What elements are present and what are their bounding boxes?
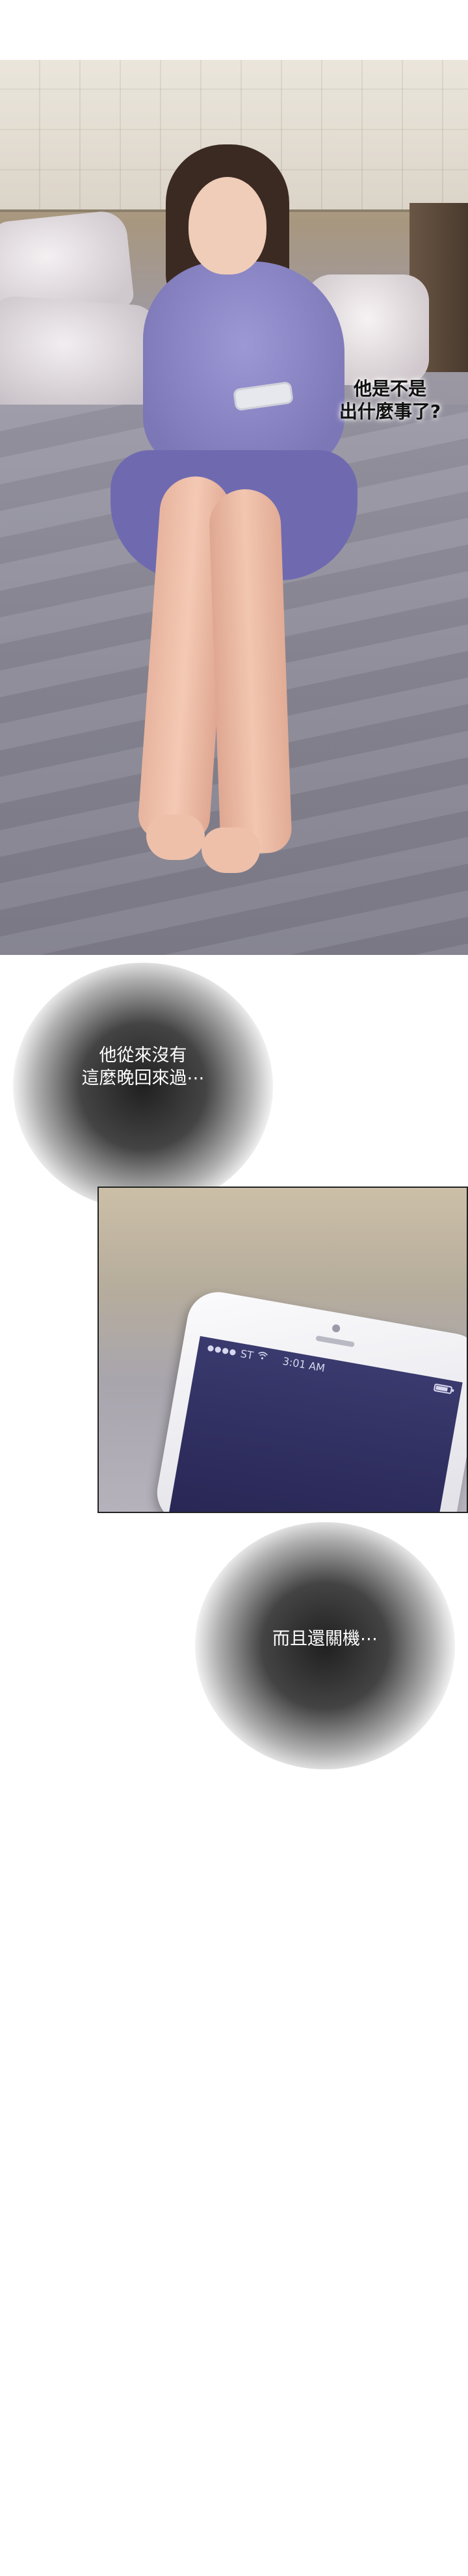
character-face xyxy=(188,177,266,275)
signal-dots-icon: ●●●● xyxy=(206,1343,238,1357)
speaker-grille xyxy=(315,1335,355,1348)
battery-icon xyxy=(433,1383,453,1395)
character-foot xyxy=(146,814,205,860)
wifi-icon xyxy=(256,1351,268,1363)
phone-screen: ●●●● ST 3:01 AM xyxy=(167,1335,463,1512)
panel-phone-closeup: ●●●● ST 3:01 AM xyxy=(98,1187,468,1513)
clock-time: 3:01 AM xyxy=(281,1354,326,1375)
speech-caption: 他是不是 出什麼事了? xyxy=(339,378,441,422)
battery-fill xyxy=(436,1386,448,1392)
carrier-label: ST xyxy=(239,1347,255,1362)
character-leg xyxy=(208,488,292,855)
camera-icon xyxy=(332,1324,341,1333)
smartphone: ●●●● ST 3:01 AM xyxy=(152,1287,467,1512)
pillow xyxy=(0,295,160,417)
thought-text: 他從來沒有 這麼晚回來過⋯ xyxy=(81,1045,205,1089)
panel-bedroom-scene: 他是不是 出什麼事了? xyxy=(0,60,468,955)
character-foot xyxy=(202,827,260,873)
status-bar: ●●●● ST 3:01 AM xyxy=(197,1336,463,1402)
status-left: ●●●● ST 3:01 AM xyxy=(206,1341,326,1375)
character-shirt xyxy=(143,262,344,470)
thought-text: 而且還關機⋯ xyxy=(272,1629,378,1649)
